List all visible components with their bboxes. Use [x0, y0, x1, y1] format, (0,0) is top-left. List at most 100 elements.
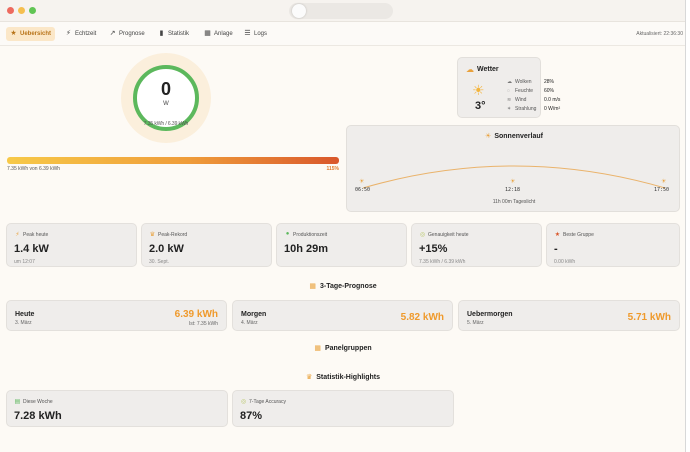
close-window-button[interactable] [7, 7, 14, 14]
stat-label: Genauigkeit heute [428, 232, 469, 238]
forecast-value: 6.39 kWh [174, 309, 218, 320]
stat-label: Peak heute [23, 232, 49, 238]
stat-sub: um 12:07 [14, 259, 35, 265]
panel-groups-section-title: ▦ Panelgruppen [0, 344, 685, 352]
weather-card: ☁ Wetter ☀ 3° ☁ Wolken 28% ◌ Feuchte 60% ≋… [457, 57, 560, 118]
sunset-time: 17:50 [654, 187, 670, 193]
stat-sub: 7.35 kWh / 6.39 kWh [419, 259, 466, 265]
stat-label: Diese Woche [23, 399, 53, 405]
weather-row-label: Feuchte [515, 88, 534, 94]
sunrise-icon: ☀ [485, 133, 492, 140]
forecast-value: 5.71 kWh [627, 312, 671, 323]
sun-cloud-icon: ☀ [472, 82, 485, 98]
radiation-icon: ✶ [507, 106, 512, 112]
stat-sub: 0.00 kWh [554, 259, 576, 265]
stat-card-beste-gruppe: ★ Beste Gruppe - 0.00 kWh [546, 223, 680, 267]
trophy-icon: ♛ [149, 232, 156, 238]
stat-card-peak-heute: ⚡ Peak heute 1.4 kW um 12:07 [6, 223, 137, 267]
daily-progress-fill [7, 157, 339, 164]
stat-card-peak-rekord: ♛ Peak-Rekord 2.0 kW 30. Sept. [141, 223, 272, 267]
weather-row-feuchte: ◌ Feuchte [507, 88, 533, 94]
tab-statistik[interactable]: ▮ Statistik [154, 27, 193, 41]
target-icon: ◎ [240, 399, 247, 405]
current-power-value: 0 [160, 79, 171, 99]
zoom-window-button[interactable] [29, 7, 36, 14]
stat-value: 2.0 kW [149, 243, 184, 255]
sun-path-card: ☀ Sonnenverlauf ☀ ☀ ☀ 06:50 12:18 17:50 1… [346, 125, 680, 212]
trophy-icon: ♛ [305, 374, 313, 381]
star-icon: ★ [554, 232, 561, 238]
energy-ratio-text: 7.35 kWh / 6.39 kWh [143, 121, 189, 127]
forecast-card-heute: Heute 3. März 6.39 kWh Ist: 7.35 kWh [6, 300, 227, 331]
highlight-card-woche: ▤ Diese Woche 7.28 kWh [6, 390, 228, 427]
weather-row-value: 0.0 m/s [544, 97, 561, 103]
current-power-unit: W [163, 101, 169, 107]
stat-value: 7.28 kWh [14, 410, 62, 422]
star-icon: ★ [10, 30, 17, 37]
tab-label: Uebersicht [20, 31, 52, 37]
tab-uebersicht[interactable]: ★ Uebersicht [6, 27, 56, 41]
noon-marker-icon: ☀ [510, 179, 516, 185]
stat-label: Produktionszeit [293, 232, 328, 238]
wind-icon: ≋ [507, 97, 512, 103]
weather-row-label: Strahlung [515, 106, 537, 112]
forecast-date: 3. März [15, 320, 32, 326]
sun-arc [362, 165, 666, 189]
stat-label: Beste Gruppe [563, 232, 594, 238]
humidity-icon: ◌ [507, 88, 510, 94]
sun-path-title: ☀ Sonnenverlauf [347, 132, 681, 140]
forecast-section-title: ▦ 3-Tage-Prognose [0, 282, 685, 290]
weather-row-wolken: ☁ Wolken [507, 79, 532, 85]
tab-label: Anlage [214, 31, 233, 37]
title-bar [0, 0, 685, 22]
stat-card-produktionszeit: ● Produktionszeit 10h 29m [276, 223, 407, 267]
nav-bar: ★ Uebersicht ⚡ Echtzeit ↗ Prognose ▮ Sta… [0, 22, 685, 46]
tab-prognose[interactable]: ↗ Prognose [105, 27, 149, 41]
bolt-icon: ⚡ [15, 232, 20, 238]
highlights-title-label: Statistik-Highlights [316, 374, 381, 381]
stat-value: +15% [419, 243, 448, 255]
forecast-card-morgen: Morgen 4. März 5.82 kWh [232, 300, 453, 331]
forecast-actual: Ist: 7.35 kWh [188, 321, 218, 327]
forecast-date: 5. März [467, 320, 484, 326]
sunset-marker-icon: ☀ [661, 179, 667, 185]
forecast-title-label: 3-Tage-Prognose [319, 283, 377, 290]
daylight-duration: 11h 00m Tageslicht [492, 199, 536, 205]
forecast-day: Heute [15, 311, 35, 318]
stat-label: 7-Tage Accuracy [249, 399, 286, 405]
grid-icon: ▦ [314, 345, 321, 352]
last-update-text: Aktualisiert: 22:36:30 [636, 31, 683, 37]
forecast-value: 5.82 kWh [400, 312, 444, 323]
stat-value: 87% [240, 410, 263, 422]
list-icon: ☰ [244, 30, 251, 37]
stat-value: 1.4 kW [14, 243, 49, 255]
temperature-value: 3° [475, 100, 486, 112]
target-icon: ◎ [419, 232, 426, 238]
forecast-day: Uebermorgen [467, 311, 513, 318]
cloud-sun-icon: ☁ [466, 65, 474, 74]
progress-percent: 115% [326, 166, 339, 172]
weather-row-strahlung: ✶ Strahlung [507, 106, 536, 112]
daily-progress-bar [7, 157, 339, 164]
weather-row-label: Wind [515, 97, 527, 103]
weather-row-value: 0 W/m² [544, 106, 561, 112]
dashboard-content: 0 W 7.35 kWh / 6.39 kWh 7.35 kWh von 6.3… [0, 46, 685, 452]
cloud-icon: ☁ [507, 79, 512, 85]
stat-label: Peak-Rekord [158, 232, 188, 238]
stat-sub: 30. Sept. [149, 259, 170, 265]
forecast-date: 4. März [241, 320, 258, 326]
tab-anlage[interactable]: ▦ Anlage [200, 27, 237, 41]
stat-value: 10h 29m [284, 243, 329, 255]
sunrise-time: 06:50 [355, 187, 371, 193]
weather-row-wind: ≋ Wind [507, 97, 526, 103]
title-pill-knob [292, 4, 306, 18]
trend-icon: ↗ [109, 30, 116, 37]
weather-row-value: 28% [544, 79, 555, 85]
app-window: ★ Uebersicht ⚡ Echtzeit ↗ Prognose ▮ Sta… [0, 0, 686, 452]
tab-logs[interactable]: ☰ Logs [240, 27, 271, 41]
tab-label: Echtzeit [75, 31, 97, 37]
minimize-window-button[interactable] [18, 7, 25, 14]
panel-groups-title-label: Panelgruppen [324, 345, 372, 352]
tab-echtzeit[interactable]: ⚡ Echtzeit [61, 27, 100, 41]
forecast-card-uebermorgen: Uebermorgen 5. März 5.71 kWh [458, 300, 680, 331]
